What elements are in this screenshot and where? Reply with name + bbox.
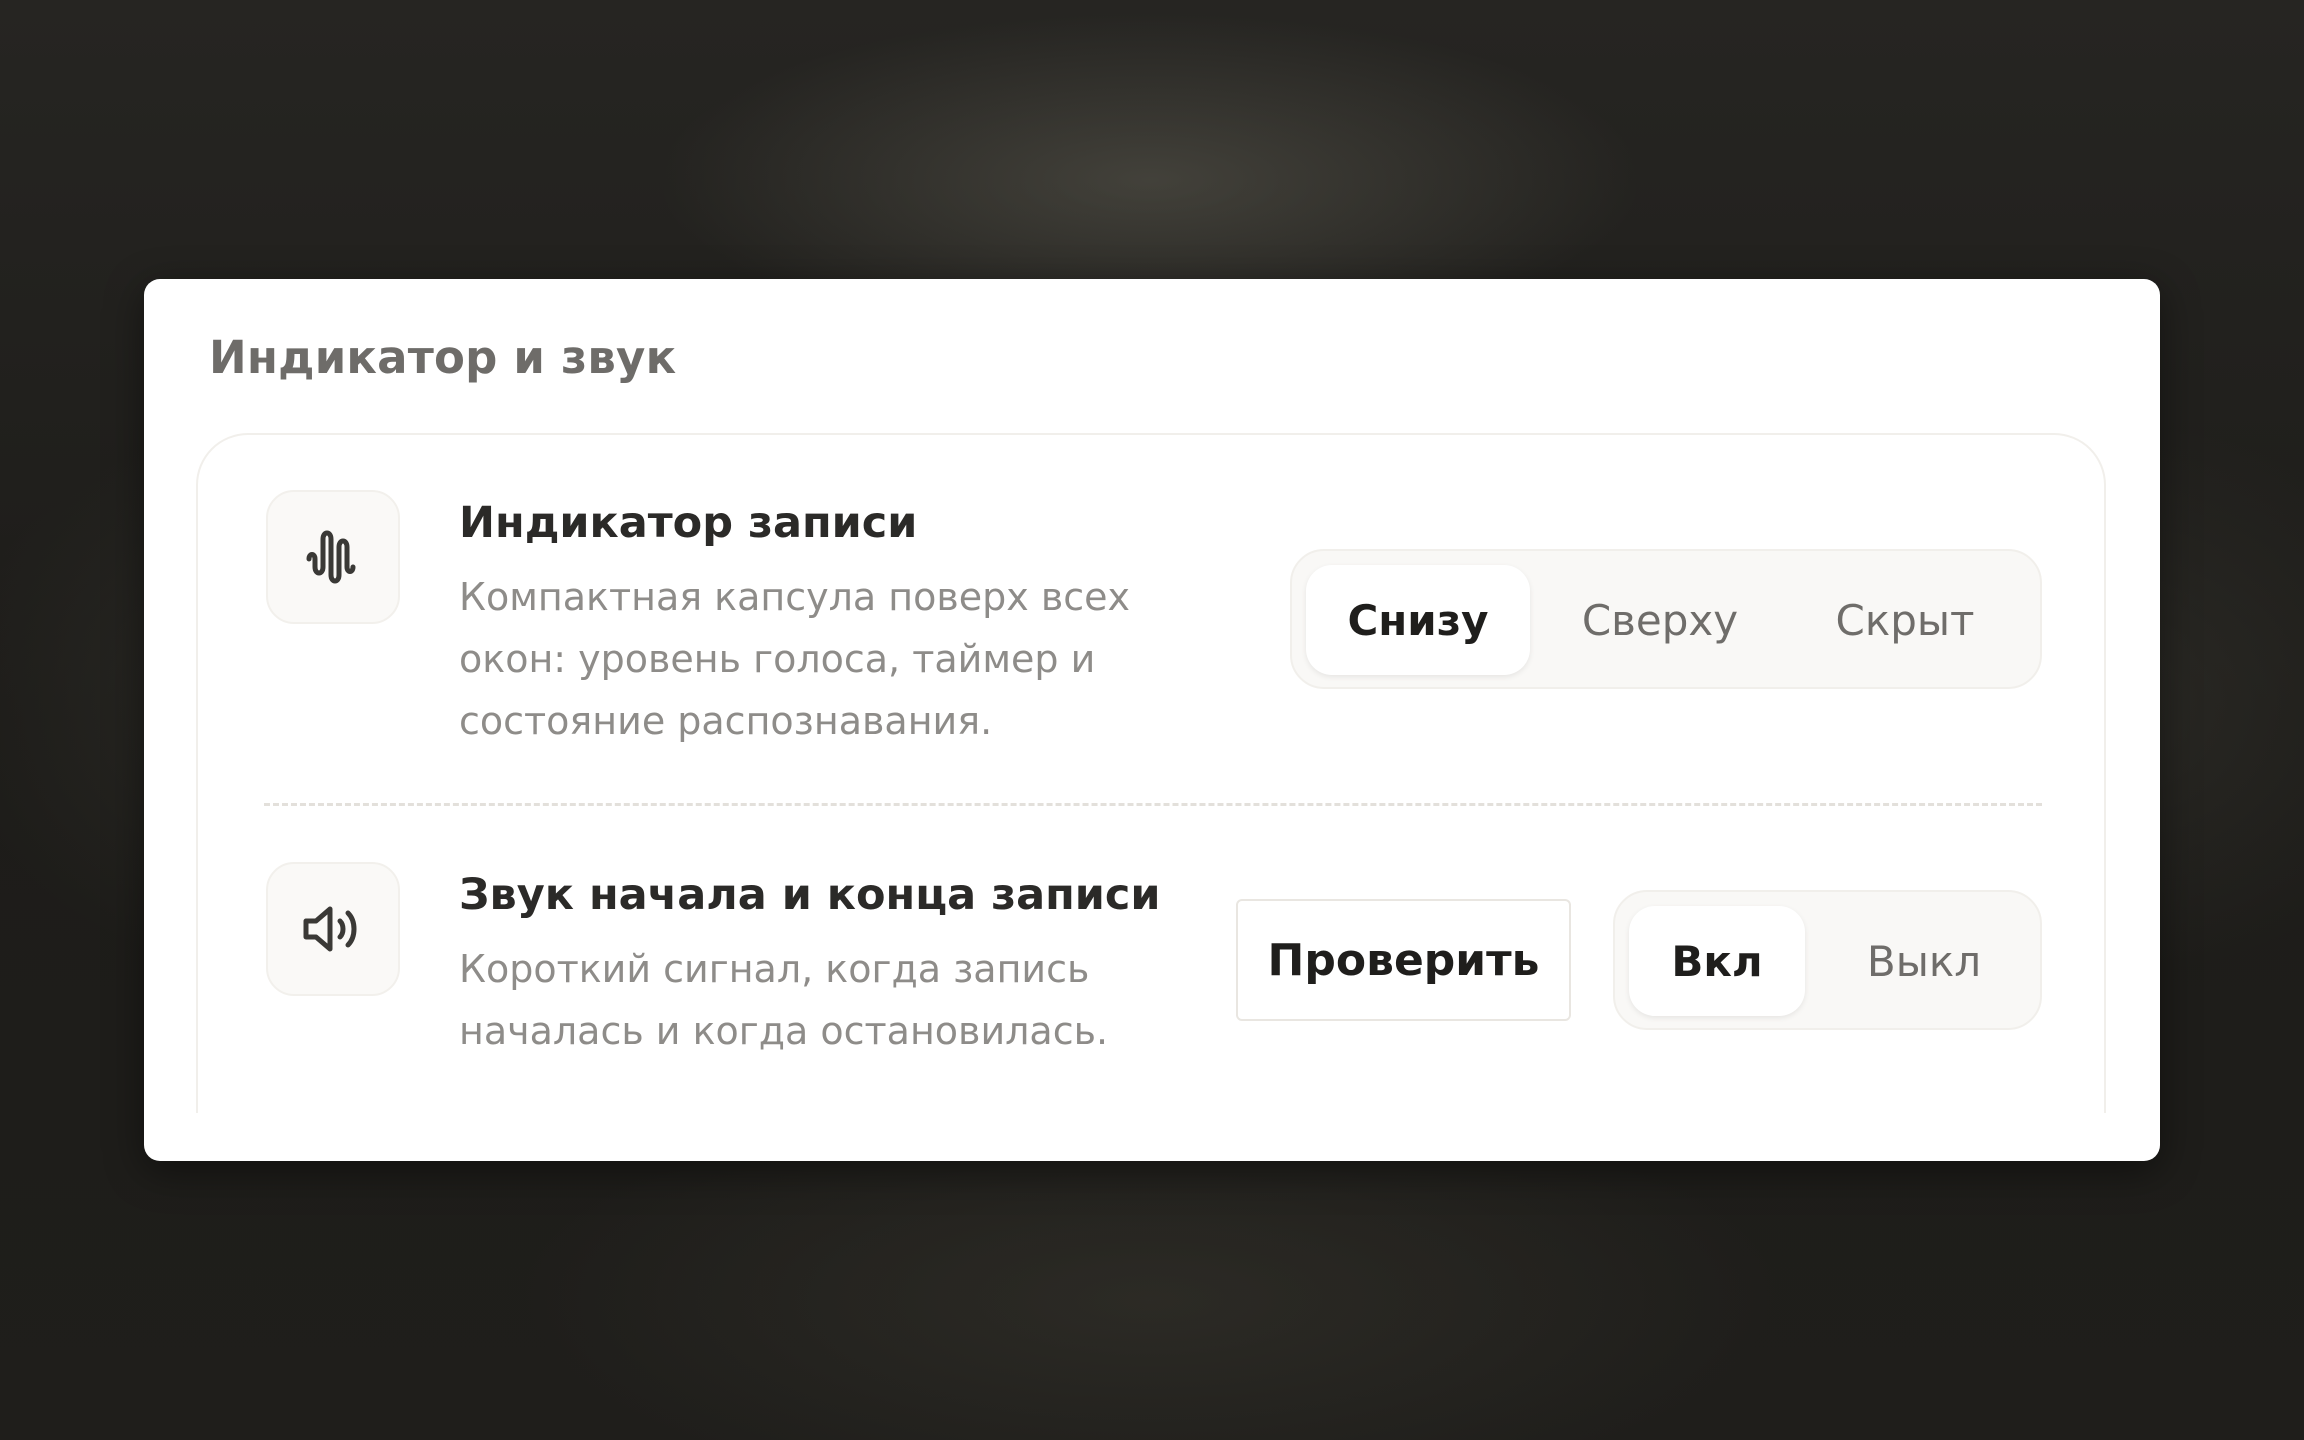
indicator-description-line-3: состояние распознавания. (459, 699, 993, 743)
sound-row-title: Звук начала и конца записи (459, 870, 1161, 920)
waveform-icon (306, 530, 356, 584)
indicator-description-line-2: окон: уровень голоса, таймер и (459, 637, 1096, 681)
indicator-position-segmented-control: Снизу Сверху Скрыт (1290, 549, 2042, 689)
sound-description-line-1: Короткий сигнал, когда запись (459, 947, 1090, 991)
sound-toggle-segmented-control: Вкл Выкл (1613, 890, 2042, 1030)
sound-option-off[interactable]: Выкл (1821, 906, 2027, 1016)
section-title: Индикатор и звук (209, 331, 677, 384)
indicator-row-title: Индикатор записи (459, 498, 918, 548)
test-sound-button[interactable]: Проверить (1236, 899, 1571, 1021)
row-divider (264, 803, 2042, 806)
indicator-row-description: Компактная капсула поверх всех окон: уро… (459, 566, 1130, 752)
sound-icon-tile (266, 862, 400, 996)
sound-description-line-2: началась и когда остановилась. (459, 1009, 1109, 1053)
indicator-option-bottom[interactable]: Снизу (1306, 565, 1530, 675)
indicator-option-hidden[interactable]: Скрыт (1790, 565, 2020, 675)
speaker-icon (303, 906, 357, 952)
indicator-option-top[interactable]: Сверху (1546, 565, 1774, 675)
indicator-icon-tile (266, 490, 400, 624)
indicator-description-line-1: Компактная капсула поверх всех (459, 575, 1131, 619)
sound-row-description: Короткий сигнал, когда запись началась и… (459, 938, 1108, 1062)
sound-option-on[interactable]: Вкл (1629, 906, 1805, 1016)
